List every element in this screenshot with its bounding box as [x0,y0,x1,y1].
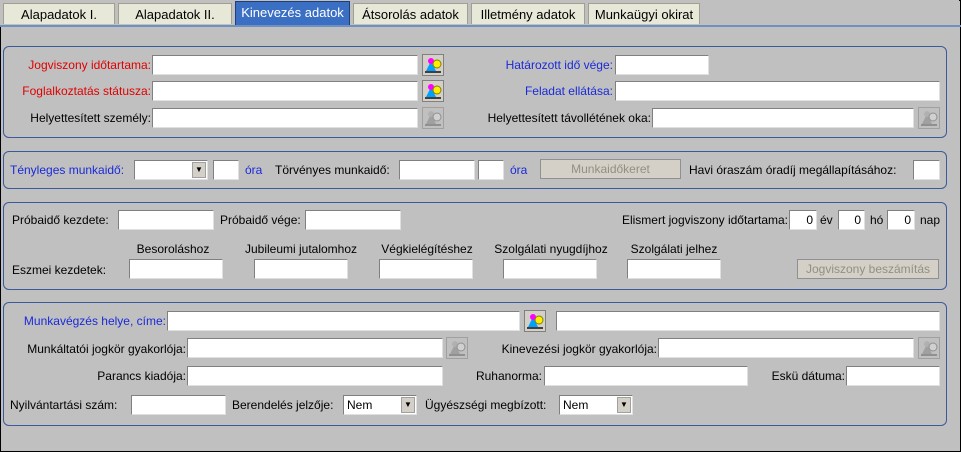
label-ora-1: óra [245,163,263,177]
label-hatarozott-ido-vege: Határozott idő vége: [505,58,613,72]
label-eszmei-kezdetek: Eszmei kezdetek: [12,263,107,277]
tab-underline [0,25,961,27]
lookup-button-disabled[interactable] [918,337,940,359]
label-vegkielegiteshez: Végkielégítéshez [381,242,473,256]
torvenyes-ora-field[interactable] [478,160,504,180]
jubileumi-field[interactable] [254,259,348,279]
lookup-button[interactable] [422,80,444,102]
torvenyes-munkaido-field[interactable] [399,160,475,180]
probaido-vege-field[interactable] [305,210,401,230]
besorolashoz-field[interactable] [129,259,223,279]
label-szolgalati-jelhez: Szolgálati jelhez [630,242,718,256]
chevron-down-icon: ▼ [192,162,206,178]
nap-field[interactable]: 0 [887,210,915,230]
label-besorolashoz: Besoroláshoz [136,242,210,256]
probaido-kezdete-field[interactable] [118,210,214,230]
lookup-button[interactable] [422,54,444,76]
label-jubileumi: Jubileumi jutalomhoz [244,242,358,256]
helyettesitett-tavollet-field[interactable] [652,108,914,128]
szolgalati-jelhez-field[interactable] [627,259,721,279]
label-tenyleges-munkaido: Tényleges munkaidő: [10,163,125,177]
havi-oraszam-field[interactable] [913,160,940,180]
foglalkoztatas-statusza-field[interactable] [152,81,418,101]
lookup-icon [527,314,544,329]
label-torvenyes-munkaido: Törvényes munkaidő: [275,163,390,177]
berendeles-jelzoje-select[interactable]: Nem ▼ [343,395,417,415]
label-ho: hó [870,213,884,227]
label-szolgalati-nyugdij: Szolgálati nyugdíjhoz [494,242,608,256]
berendeles-jelzoje-value: Nem [347,398,373,412]
label-helyettesitett-szemely: Helyettesített személy: [30,111,151,125]
lookup-button-disabled[interactable] [446,337,468,359]
chevron-down-icon: ▼ [401,397,415,413]
lookup-button[interactable] [524,310,546,332]
jogviszony-beszamitas-button[interactable]: Jogviszony beszámítás [797,259,939,279]
lookup-icon [425,111,442,126]
feladat-ellatasa-field[interactable] [615,81,940,101]
tab-munkaugyi-okirat[interactable]: Munkaügyi okirat [588,3,700,24]
label-jogviszony-idotartama: Jogviszony időtartama: [28,58,151,72]
tab-bar: Alapadatok I. Alapadatok II. Kinevezés a… [0,0,959,26]
label-feladat-ellatasa: Feladat ellátása: [524,84,613,98]
lookup-button-disabled[interactable] [918,107,940,129]
vegkielegiteshez-field[interactable] [379,259,473,279]
ho-field[interactable]: 0 [838,210,865,230]
label-elismert-jogviszony: Elismert jogviszony időtartama: [621,213,788,227]
lookup-icon [425,58,442,73]
munkaidokeret-button[interactable]: Munkaidőkeret [540,159,681,179]
label-probaido-vege: Próbaidő vége: [220,213,301,227]
ev-field[interactable]: 0 [789,210,817,230]
ugyeszsegi-megbizott-select[interactable]: Nem ▼ [559,395,633,415]
lookup-icon [921,111,938,126]
esku-datuma-field[interactable] [846,366,940,386]
label-foglalkoztatas-statusza: Foglalkoztatás státusza: [22,84,151,98]
helyettesitett-szemely-field[interactable] [152,108,418,128]
label-ruhanorma: Ruhanorma: [475,369,542,383]
tenyleges-ora-field[interactable] [213,160,239,180]
label-berendeles-jelzoje: Berendelés jelzője: [232,398,334,412]
tenyleges-munkaido-select[interactable]: ▼ [134,160,208,180]
label-ev: év [820,213,833,227]
tab-kinevezes-adatok[interactable]: Kinevezés adatok [235,1,350,26]
hatarozott-ido-vege-field[interactable] [615,55,709,75]
tab-alapadatok-1[interactable]: Alapadatok I. [3,3,115,24]
lookup-button-disabled[interactable] [422,107,444,129]
munkaltatoi-jogkor-field[interactable] [187,338,443,358]
label-helyettesitett-tavollet: Helyettesített távollétének oka: [487,111,651,125]
tab-alapadatok-2[interactable]: Alapadatok II. [118,3,232,24]
jogviszony-idotartama-field[interactable] [152,55,418,75]
kinevezesi-jogkor-field[interactable] [658,338,914,358]
tab-illetmeny-adatok[interactable]: Illetmény adatok [471,3,585,24]
label-parancs-kiadoja: Parancs kiadója: [97,369,186,383]
lookup-icon [425,84,442,99]
label-ora-2: óra [510,163,528,177]
munkavegzes-cim-field[interactable] [556,311,940,331]
ruhanorma-field[interactable] [544,366,748,386]
label-probaido-kezdete: Próbaidő kezdete: [12,213,109,227]
ugyeszsegi-megbizott-value: Nem [563,398,589,412]
label-kinevezesi-jogkor: Kinevezési jogkör gyakorlója: [501,342,657,356]
szolgalati-nyugdij-field[interactable] [503,259,597,279]
label-nyilvantartasi-szam: Nyilvántartási szám: [10,398,118,412]
lookup-icon [921,341,938,356]
label-munkavegzes-helye: Munkavégzés helye, címe: [23,314,166,328]
label-munkaltatoi-jogkor: Munkáltatói jogkör gyakorlója: [27,342,186,356]
label-esku-datuma: Eskü dátuma: [771,369,845,383]
chevron-down-icon: ▼ [617,397,631,413]
nyilvantartasi-szam-field[interactable] [131,395,226,415]
label-nap: nap [920,213,941,227]
tab-atsorolas-adatok[interactable]: Átsorolás adatok [353,3,468,24]
munkavegzes-helye-field[interactable] [167,311,520,331]
lookup-icon [449,341,466,356]
label-ugyeszsegi-megbizott: Ügyészségi megbízott: [425,398,547,412]
label-havi-oraszam: Havi óraszám óradíj megállapításához: [689,163,897,177]
parancs-kiadoja-field[interactable] [187,366,443,386]
